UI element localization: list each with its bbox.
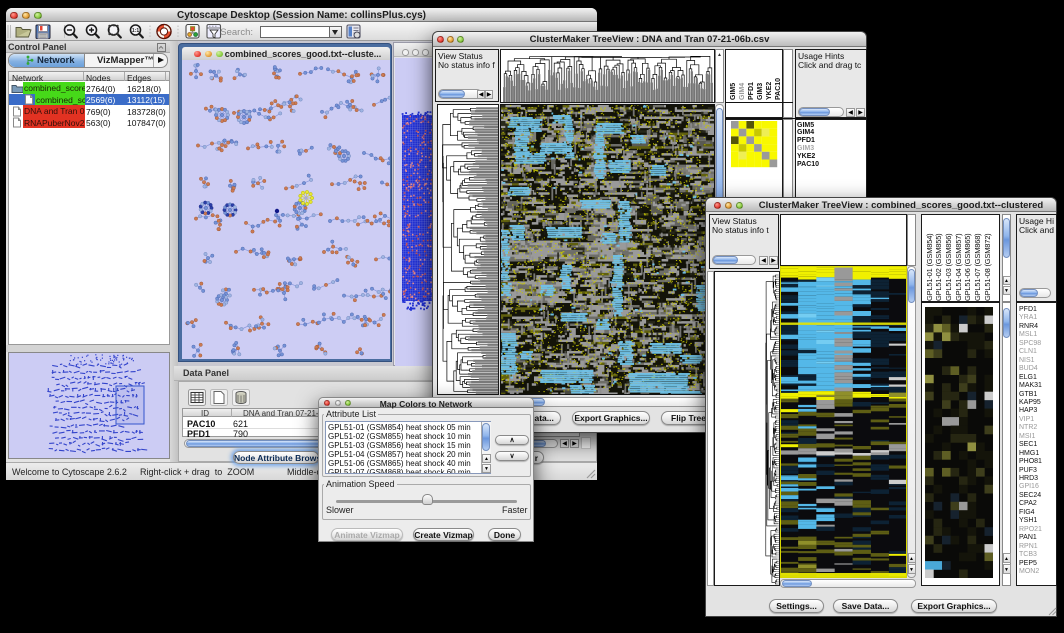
svg-text:Search:: Search: bbox=[220, 27, 253, 38]
svg-text:1:1: 1:1 bbox=[132, 28, 139, 34]
